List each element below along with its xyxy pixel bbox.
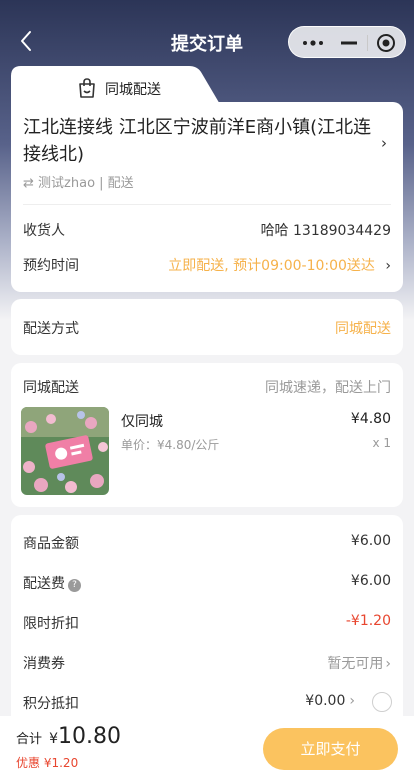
capsule-divider bbox=[367, 35, 368, 51]
saving-label: 优惠 bbox=[16, 756, 41, 770]
points-value: ¥0.00 bbox=[305, 693, 346, 709]
product-photo-icon bbox=[21, 407, 109, 495]
total-amount: 10.80 bbox=[58, 724, 122, 749]
close-target-icon[interactable] bbox=[375, 33, 397, 53]
product-price: ¥4.80 bbox=[350, 411, 391, 427]
chevron-right-icon[interactable]: › bbox=[381, 134, 387, 152]
chevron-right-icon: › bbox=[385, 258, 391, 274]
points-value-group: ¥0.00 › bbox=[305, 693, 355, 709]
receiver-value: 哈哈 13189034429 bbox=[260, 223, 391, 239]
delivery-tab-content: 同城配送 bbox=[11, 66, 221, 106]
goods-card: 同城配送 同城速递，配送上门 仅同城 单价：¥4.80/公斤 ¥4.80 x 1 bbox=[11, 363, 403, 507]
checkout-bar: 合计 ¥10.80 优惠 ¥1.20 立即支付 bbox=[0, 716, 414, 780]
points-label: 积分抵扣 bbox=[23, 696, 79, 712]
help-icon[interactable]: ? bbox=[68, 579, 81, 592]
address-contact-line: ⇄ 测试zhao | 配送 bbox=[23, 172, 134, 191]
schedule-time-selector[interactable]: 立即配送, 预计09:00-10:00送达 › bbox=[168, 255, 391, 275]
product-quantity: x 1 bbox=[372, 436, 391, 450]
coupon-value: 暂无可用 bbox=[327, 656, 384, 672]
total-label: 合计 bbox=[16, 732, 43, 747]
swap-icon: ⇄ bbox=[23, 176, 34, 191]
goods-amount-label: 商品金额 bbox=[23, 536, 79, 552]
points-checkbox[interactable] bbox=[372, 692, 392, 712]
tab-label: 同城配送 bbox=[105, 82, 161, 98]
shopping-bag-icon bbox=[79, 78, 95, 98]
more-icon[interactable] bbox=[301, 33, 327, 53]
saving-line: 优惠 ¥1.20 bbox=[16, 754, 78, 771]
goods-group-label: 同城配送 bbox=[23, 380, 79, 396]
chevron-right-icon: › bbox=[385, 656, 391, 672]
discount-value: -¥1.20 bbox=[345, 613, 391, 629]
total-line: 合计 ¥10.80 bbox=[16, 724, 121, 749]
delivery-fee-value: ¥6.00 bbox=[350, 573, 391, 589]
delivery-address[interactable]: 江北连接线 江北区宁波前洋E商小镇(江北连接线北) bbox=[23, 114, 373, 168]
pay-now-button[interactable]: 立即支付 bbox=[263, 728, 398, 770]
minimize-icon[interactable] bbox=[339, 33, 359, 53]
goods-amount-value: ¥6.00 bbox=[350, 533, 391, 549]
delivery-method-value: 同城配送 bbox=[335, 321, 391, 337]
product-image[interactable] bbox=[21, 407, 109, 495]
receiver-label: 收货人 bbox=[23, 223, 65, 239]
chevron-right-icon: › bbox=[349, 693, 355, 709]
coupon-label: 消费券 bbox=[23, 656, 65, 672]
delivery-method-card[interactable]: 配送方式 同城配送 bbox=[11, 299, 403, 355]
saving-value: ¥1.20 bbox=[43, 756, 79, 770]
contact-text: 测试zhao | 配送 bbox=[38, 176, 134, 191]
divider bbox=[23, 204, 391, 205]
product-unit-price: 单价：¥4.80/公斤 bbox=[121, 438, 220, 452]
price-summary-card: 商品金额 ¥6.00 配送费? ¥6.00 限时折扣 -¥1.20 消费券 暂无… bbox=[11, 515, 403, 735]
product-name: 仅同城 bbox=[121, 414, 163, 430]
mini-program-capsule bbox=[288, 26, 406, 58]
goods-group-note: 同城速递，配送上门 bbox=[265, 380, 391, 396]
delivery-method-label: 配送方式 bbox=[23, 321, 79, 337]
delivery-fee-text: 配送费 bbox=[23, 576, 65, 592]
total-currency: ¥ bbox=[49, 731, 59, 747]
address-card: 江北连接线 江北区宁波前洋E商小镇(江北连接线北) › ⇄ 测试zhao | 配… bbox=[11, 102, 403, 292]
schedule-time-value: 立即配送, 预计09:00-10:00送达 bbox=[168, 258, 375, 274]
discount-label: 限时折扣 bbox=[23, 616, 79, 632]
delivery-fee-label: 配送费? bbox=[23, 573, 81, 593]
schedule-time-label: 预约时间 bbox=[23, 258, 79, 274]
navigation-bar: 提交订单 bbox=[0, 22, 414, 62]
coupon-selector[interactable]: 暂无可用 › bbox=[327, 653, 391, 673]
